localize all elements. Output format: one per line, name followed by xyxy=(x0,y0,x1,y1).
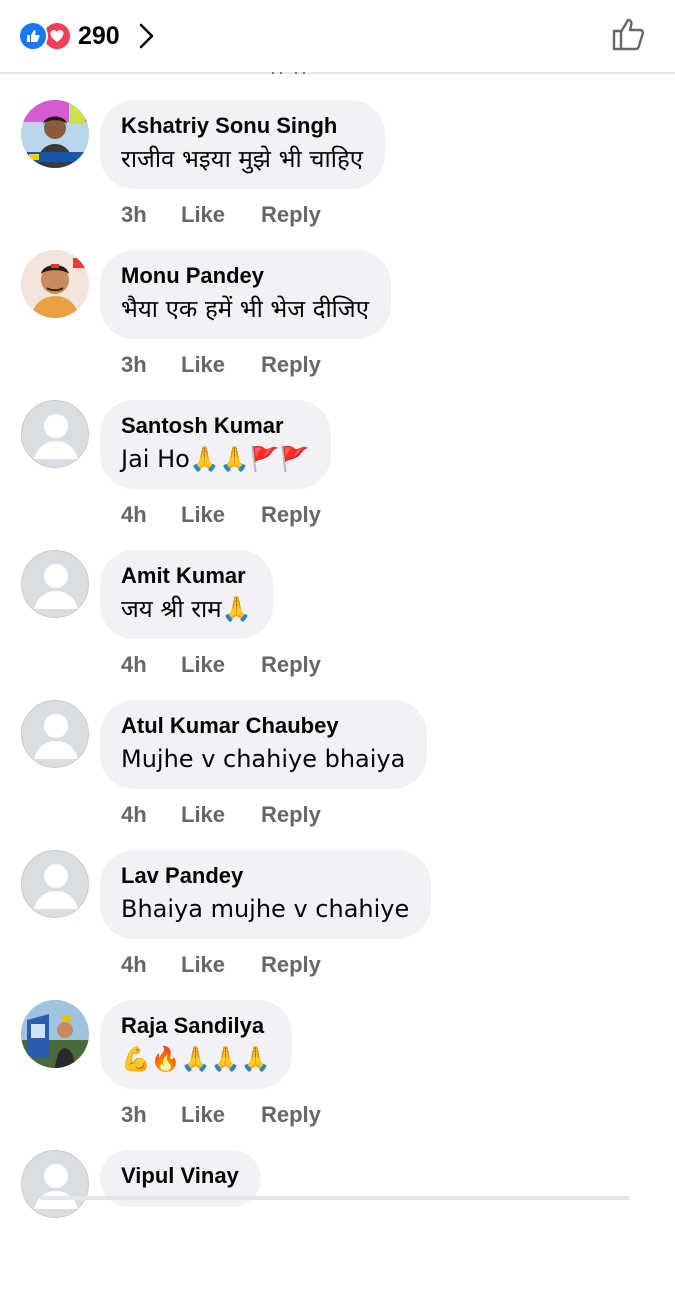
scrolled-content-peek: ·· ·· xyxy=(270,62,309,82)
comment-author[interactable]: Atul Kumar Chaubey xyxy=(121,713,405,739)
comment-item: Monu Pandey भैया एक हमें भी भेज दीजिए 3h… xyxy=(0,250,675,400)
default-avatar-icon[interactable] xyxy=(21,700,89,768)
comment-author[interactable]: Kshatriy Sonu Singh xyxy=(121,113,363,139)
comment-item: Santosh Kumar Jai Ho🙏🙏🚩🚩 4h Like Reply xyxy=(0,400,675,550)
comment-author[interactable]: Santosh Kumar xyxy=(121,413,309,439)
comment-bubble[interactable]: Santosh Kumar Jai Ho🙏🙏🚩🚩 xyxy=(100,400,332,489)
like-button[interactable]: Like xyxy=(181,802,261,828)
comment-bubble[interactable]: Lav Pandey Bhaiya mujhe v chahiye xyxy=(100,850,432,939)
comments-list: Kshatriy Sonu Singh राजीव भइया मुझे भी च… xyxy=(0,100,675,1300)
bottom-divider xyxy=(40,1196,630,1200)
comment-author[interactable]: Monu Pandey xyxy=(121,263,369,289)
comment-item: Amit Kumar जय श्री राम🙏 4h Like Reply xyxy=(0,550,675,700)
comment-time[interactable]: 3h xyxy=(121,1102,181,1128)
like-button[interactable]: Like xyxy=(181,352,261,378)
reply-button[interactable]: Reply xyxy=(261,952,321,978)
comment-author[interactable]: Raja Sandilya xyxy=(121,1013,270,1039)
comment-time[interactable]: 3h xyxy=(121,352,181,378)
avatar[interactable] xyxy=(21,1000,89,1068)
comment-bubble[interactable]: Raja Sandilya 💪🔥🙏🙏🙏 xyxy=(100,1000,293,1089)
comment-text: 💪🔥🙏🙏🙏 xyxy=(121,1045,271,1073)
default-avatar-icon[interactable] xyxy=(21,550,89,618)
comment-bubble[interactable]: Kshatriy Sonu Singh राजीव भइया मुझे भी च… xyxy=(100,100,385,189)
comment-item: Vipul Vinay xyxy=(0,1150,675,1300)
reply-button[interactable]: Reply xyxy=(261,502,321,528)
like-button[interactable]: Like xyxy=(181,1102,261,1128)
comment-text: राजीव भइया मुझे भी चाहिए xyxy=(121,145,363,173)
reply-button[interactable]: Reply xyxy=(261,1102,321,1128)
reply-button[interactable]: Reply xyxy=(261,352,321,378)
comment-actions: 4h Like Reply xyxy=(121,802,321,828)
comment-actions: 4h Like Reply xyxy=(121,952,321,978)
comment-actions: 3h Like Reply xyxy=(121,352,321,378)
like-button[interactable]: Like xyxy=(181,502,261,528)
comment-item: Raja Sandilya 💪🔥🙏🙏🙏 3h Like Reply xyxy=(0,1000,675,1150)
comment-bubble[interactable]: Atul Kumar Chaubey Mujhe v chahiye bhaiy… xyxy=(100,700,428,789)
comment-text: Mujhe v chahiye bhaiya xyxy=(121,745,406,773)
reply-button[interactable]: Reply xyxy=(261,802,321,828)
avatar[interactable] xyxy=(21,100,89,168)
comment-author[interactable]: Vipul Vinay xyxy=(121,1163,239,1189)
comment-item: Lav Pandey Bhaiya mujhe v chahiye 4h Lik… xyxy=(0,850,675,1000)
avatar[interactable] xyxy=(21,250,89,318)
reaction-count: 290 xyxy=(78,21,120,50)
reply-button[interactable]: Reply xyxy=(261,202,321,228)
comment-time[interactable]: 4h xyxy=(121,952,181,978)
comment-time[interactable]: 4h xyxy=(121,502,181,528)
chevron-right-icon[interactable] xyxy=(138,22,156,50)
comment-bubble[interactable]: Monu Pandey भैया एक हमें भी भेज दीजिए xyxy=(100,250,391,339)
comment-actions: 4h Like Reply xyxy=(121,502,321,528)
comment-author[interactable]: Lav Pandey xyxy=(121,863,409,889)
comment-text: भैया एक हमें भी भेज दीजिए xyxy=(121,295,369,323)
thumbs-up-outline-icon[interactable] xyxy=(609,14,649,54)
comment-author[interactable]: Amit Kumar xyxy=(121,563,251,589)
comment-bubble[interactable]: Amit Kumar जय श्री राम🙏 xyxy=(100,550,274,639)
reply-button[interactable]: Reply xyxy=(261,652,321,678)
like-button[interactable]: Like xyxy=(181,652,261,678)
like-button[interactable]: Like xyxy=(181,952,261,978)
reactions-summary[interactable]: 290 xyxy=(18,21,156,51)
default-avatar-icon[interactable] xyxy=(21,400,89,468)
comment-text: Jai Ho🙏🙏🚩🚩 xyxy=(121,445,310,473)
comment-time[interactable]: 4h xyxy=(121,652,181,678)
like-button[interactable]: Like xyxy=(181,202,261,228)
comment-text: Bhaiya mujhe v chahiye xyxy=(121,895,410,923)
default-avatar-icon[interactable] xyxy=(21,850,89,918)
default-avatar-icon[interactable] xyxy=(21,1150,89,1218)
reactions-header: 290 ·· ·· xyxy=(0,0,675,82)
comment-time[interactable]: 3h xyxy=(121,202,181,228)
comment-actions: 3h Like Reply xyxy=(121,1102,321,1128)
comment-time[interactable]: 4h xyxy=(121,802,181,828)
comment-item: Atul Kumar Chaubey Mujhe v chahiye bhaiy… xyxy=(0,700,675,850)
comment-item: Kshatriy Sonu Singh राजीव भइया मुझे भी च… xyxy=(0,100,675,250)
comment-text: जय श्री राम🙏 xyxy=(121,595,252,623)
like-reaction-icon xyxy=(18,21,48,51)
comment-actions: 4h Like Reply xyxy=(121,652,321,678)
comment-actions: 3h Like Reply xyxy=(121,202,321,228)
